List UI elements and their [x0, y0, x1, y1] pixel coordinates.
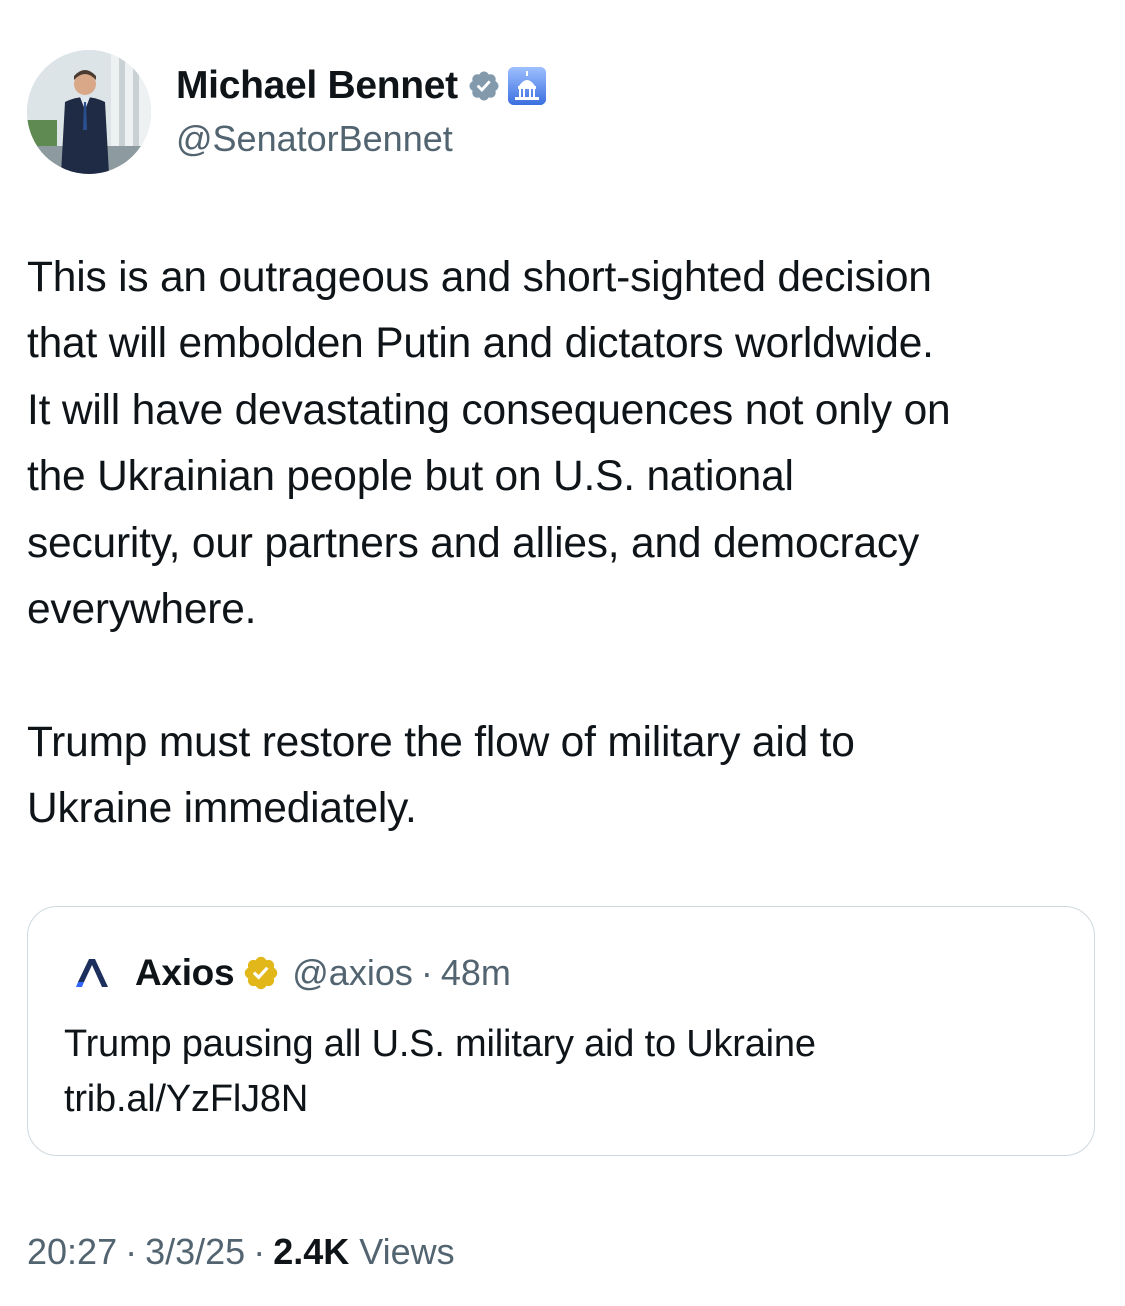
views-count[interactable]: 2.4K: [273, 1231, 349, 1273]
quote-text-line: Trump pausing all U.S. military aid to U…: [64, 1023, 816, 1065]
separator-dot: ·: [420, 952, 433, 993]
name-row: Michael Bennet: [176, 60, 547, 112]
author-info: Michael Bennet @SenatorBennet: [176, 60, 547, 162]
tweet-text: This is an outrageous and short-sighted …: [27, 245, 1102, 843]
quote-author-handle[interactable]: @axios: [292, 952, 413, 994]
tweet-time[interactable]: 20:27: [27, 1231, 117, 1273]
avatar[interactable]: [27, 50, 151, 174]
tweet-meta: 20:27 · 3/3/25 · 2.4K Views: [27, 1226, 455, 1278]
quote-author-name[interactable]: Axios: [135, 952, 235, 994]
capitol-icon: [507, 67, 546, 105]
verified-icon[interactable]: [467, 69, 501, 103]
quote-tweet-card[interactable]: Axios @axios · 48m Trump pausing all U.S…: [27, 906, 1095, 1156]
gold-verified-icon[interactable]: [242, 954, 280, 992]
quote-timestamp[interactable]: 48m: [441, 952, 511, 994]
author-handle[interactable]: @SenatorBennet: [176, 116, 547, 162]
tweet-header: Michael Bennet @SenatorBennet: [27, 50, 1097, 174]
views-label: Views: [359, 1231, 455, 1272]
display-name[interactable]: Michael Bennet: [176, 60, 458, 112]
tweet-paragraph: This is an outrageous and short-sighted …: [27, 254, 951, 634]
separator-dot: ·: [125, 1231, 138, 1272]
tweet-paragraph: Trump must restore the flow of military …: [27, 718, 855, 833]
tweet-date[interactable]: 3/3/25: [145, 1231, 245, 1273]
quote-link[interactable]: trib.al/YzFlJ8N: [64, 1072, 1064, 1127]
quote-text: Trump pausing all U.S. military aid to U…: [64, 1017, 1064, 1127]
axios-logo-icon[interactable]: [75, 958, 109, 988]
separator-dot: ·: [253, 1231, 266, 1272]
quote-header: Axios @axios · 48m: [75, 949, 511, 997]
